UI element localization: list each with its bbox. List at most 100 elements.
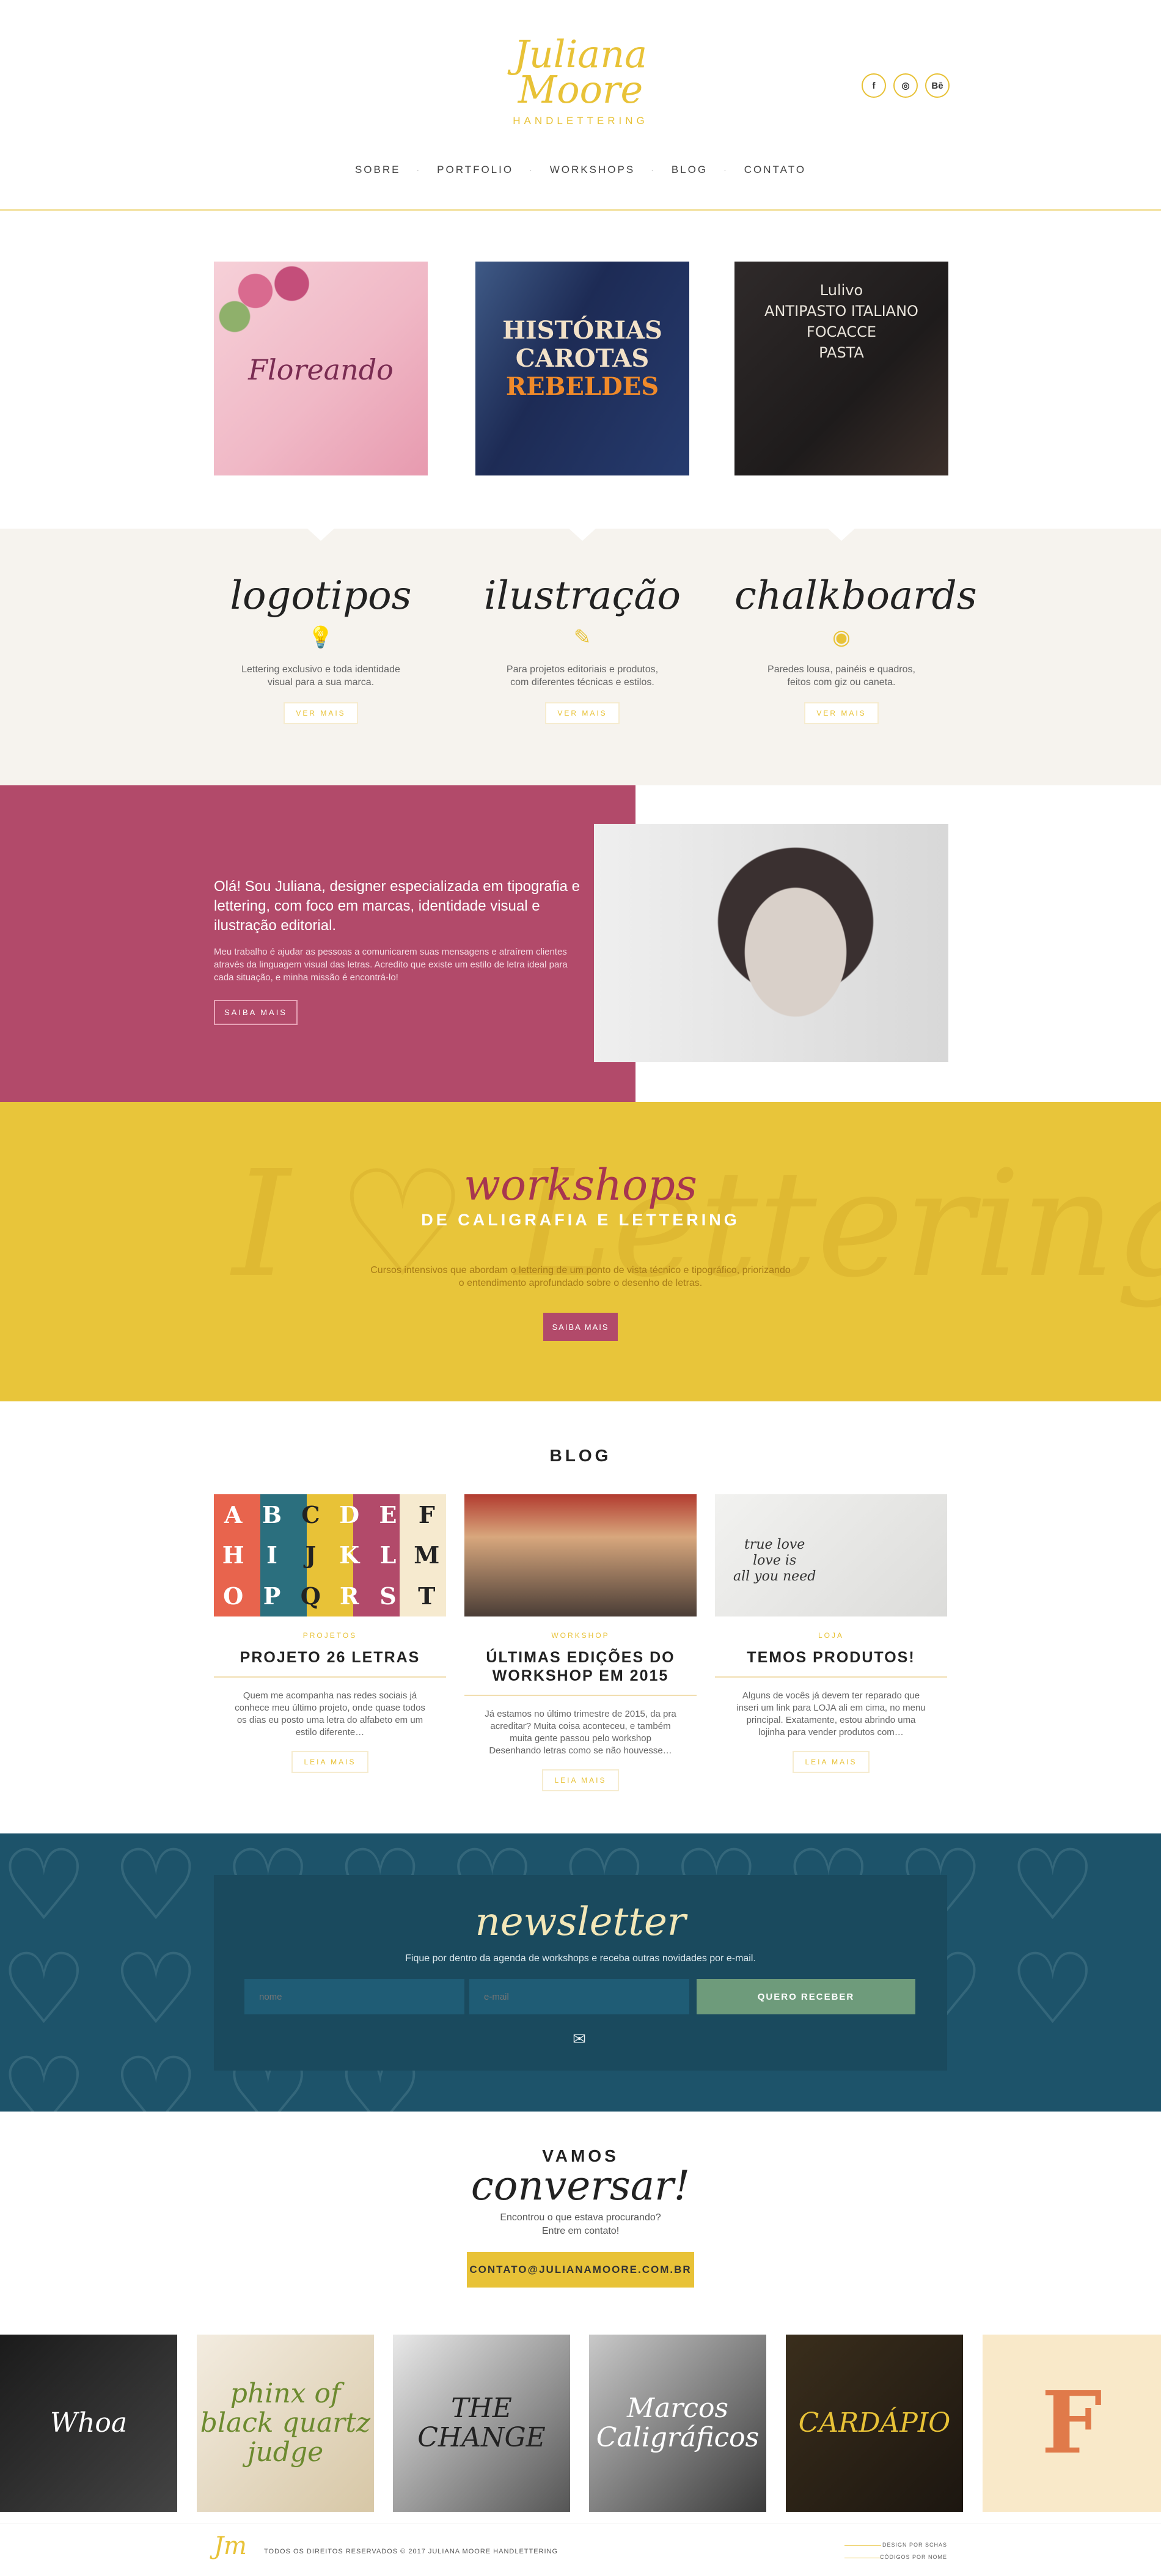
post-image[interactable]: A B C D E F H I J K L M O P Q R S T bbox=[214, 1494, 446, 1616]
nav-item-sobre[interactable]: SOBRE bbox=[355, 164, 401, 176]
instagram-photo[interactable]: F bbox=[983, 2335, 1161, 2512]
notch-decoration bbox=[306, 527, 335, 541]
ver-mais-button[interactable]: VER MAIS bbox=[804, 702, 879, 724]
ver-mais-button[interactable]: VER MAIS bbox=[284, 702, 358, 724]
alphabet-letter: I bbox=[266, 1541, 277, 1569]
nav-separator: · bbox=[416, 165, 422, 175]
notch-decoration bbox=[827, 527, 856, 541]
portfolio-thumb-chalkboards[interactable]: Lulivo ANTIPASTO ITALIANO FOCACCE PASTA bbox=[734, 262, 948, 475]
logo-subtitle: HANDLETTERING bbox=[513, 115, 648, 127]
post-category[interactable]: WORKSHOP bbox=[464, 1631, 697, 1640]
about-body: Meu trabalho é ajudar as pessoas a comun… bbox=[214, 947, 568, 983]
instagram-photo-lettering: THE CHANGE bbox=[417, 2393, 546, 2453]
leia-mais-button[interactable]: LEIA MAIS bbox=[542, 1769, 619, 1791]
saiba-mais-button[interactable]: SAIBA MAIS bbox=[214, 1000, 298, 1025]
email-input[interactable] bbox=[469, 1979, 689, 2014]
nav-item-blog[interactable]: BLOG bbox=[672, 164, 708, 176]
instagram-photo[interactable]: THE CHANGE bbox=[393, 2335, 570, 2512]
behance-icon[interactable]: Bē bbox=[925, 73, 950, 98]
main-nav: SOBRE · PORTFOLIO · WORKSHOPS · BLOG · C… bbox=[0, 164, 1161, 176]
thumb-line: HISTÓRIAS bbox=[502, 316, 662, 345]
contact-email-button[interactable]: CONTATO@JULIANAMOORE.COM.BR bbox=[467, 2252, 694, 2288]
about-lead: Olá! Sou Juliana, designer especializada… bbox=[214, 878, 580, 934]
service-description: Paredes lousa, painéis e quadros, feitos… bbox=[734, 663, 948, 689]
thumb-lettering: Floreando bbox=[248, 353, 394, 386]
alphabet-letter: C bbox=[301, 1500, 320, 1528]
subscribe-button[interactable]: QUERO RECEBER bbox=[697, 1979, 915, 2014]
nav-separator: · bbox=[529, 165, 534, 175]
alphabet-letter: T bbox=[418, 1582, 436, 1610]
workshops-title: workshops bbox=[464, 1160, 697, 1210]
design-credit[interactable]: DESIGN POR SCHAS bbox=[844, 2542, 947, 2548]
service-text-line: com diferentes técnicas e estilos. bbox=[510, 677, 654, 688]
thumb-line: Lulivo bbox=[819, 282, 863, 299]
alphabet-letter: F bbox=[418, 1500, 435, 1528]
contact-heading-conversar: conversar! bbox=[471, 2162, 690, 2209]
instagram-photo[interactable]: Marcos Caligráficos bbox=[589, 2335, 766, 2512]
instagram-photo-lettering: phinx of black quartz judge bbox=[200, 2378, 371, 2468]
name-input[interactable] bbox=[244, 1979, 464, 2014]
portfolio-thumb-logotipos[interactable]: Floreando bbox=[214, 262, 428, 475]
instagram-photo[interactable]: phinx of black quartz judge bbox=[197, 2335, 374, 2512]
leia-mais-button[interactable]: LEIA MAIS bbox=[793, 1751, 870, 1773]
eye-icon: ◉ bbox=[832, 625, 851, 650]
service-description: Lettering exclusivo e toda identidade vi… bbox=[214, 663, 428, 689]
nav-item-portfolio[interactable]: PORTFOLIO bbox=[437, 164, 513, 176]
thumb-lettering: Lulivo ANTIPASTO ITALIANO FOCACCE PASTA bbox=[734, 280, 948, 363]
alphabet-letter: S bbox=[379, 1582, 397, 1610]
pencil-icon: ✎ bbox=[573, 625, 591, 650]
instagram-icon[interactable]: ◎ bbox=[893, 73, 918, 98]
service-title: logotipos bbox=[230, 573, 412, 618]
post-image[interactable] bbox=[464, 1494, 697, 1616]
code-credit[interactable]: CÓDIGOS POR NOME bbox=[844, 2554, 947, 2560]
alphabet-letter: H bbox=[222, 1541, 244, 1569]
post-title[interactable]: PROJETO 26 LETRAS bbox=[214, 1648, 446, 1667]
post-title[interactable]: TEMOS PRODUTOS! bbox=[715, 1648, 947, 1667]
service-ilustracao: ilustração ✎ Para projetos editoriais e … bbox=[475, 571, 689, 724]
post-category[interactable]: LOJA bbox=[715, 1631, 947, 1640]
post-image[interactable]: true love love is all you need bbox=[715, 1494, 947, 1616]
service-description: Para projetos editoriais e produtos, com… bbox=[475, 663, 689, 689]
nav-separator: · bbox=[651, 165, 656, 175]
newsletter-section: ♡♡♡♡♡♡♡♡♡♡♡♡♡♡♡♡♡♡♡♡♡♡♡♡ newsletter Fiqu… bbox=[0, 1833, 1161, 2112]
footer-logo[interactable]: Jm bbox=[214, 2532, 247, 2560]
instagram-photo-lettering: Whoa bbox=[49, 2407, 128, 2438]
blog-post: WORKSHOP ÚLTIMAS EDIÇÕES DO WORKSHOP EM … bbox=[464, 1494, 697, 1791]
workshops-subtitle: DE CALIGRAFIA E LETTERING bbox=[421, 1211, 740, 1229]
site-logo[interactable]: Juliana Moore HANDLETTERING bbox=[501, 35, 660, 127]
thumb-line: REBELDES bbox=[505, 372, 659, 401]
alphabet-letter: E bbox=[379, 1500, 397, 1528]
service-logotipos: logotipos 💡 Lettering exclusivo e toda i… bbox=[214, 571, 428, 724]
alphabet-letter: Q bbox=[300, 1582, 321, 1610]
service-text-line: Para projetos editoriais e produtos, bbox=[506, 664, 659, 675]
alphabet-letter: L bbox=[379, 1541, 397, 1569]
service-text-line: Paredes lousa, painéis e quadros, bbox=[767, 664, 915, 675]
portfolio-thumb-ilustracao[interactable]: HISTÓRIAS CAROTAS REBELDES bbox=[475, 262, 689, 475]
mug-line: all you need bbox=[733, 1569, 816, 1584]
instagram-photo-lettering: Marcos Caligráficos bbox=[596, 2393, 760, 2453]
nav-item-workshops[interactable]: WORKSHOPS bbox=[550, 164, 635, 176]
workshops-saiba-mais-button[interactable]: SAIBA MAIS bbox=[543, 1313, 618, 1341]
instagram-photo[interactable]: Whoa bbox=[0, 2335, 177, 2512]
alphabet-letter: K bbox=[339, 1541, 360, 1569]
newsletter-title: newsletter bbox=[475, 1899, 686, 1945]
leia-mais-button[interactable]: LEIA MAIS bbox=[291, 1751, 368, 1773]
instagram-photo[interactable]: CARDÁPIO bbox=[786, 2335, 963, 2512]
newsletter-box: newsletter Fique por dentro da agenda de… bbox=[214, 1875, 947, 2071]
nav-item-contato[interactable]: CONTATO bbox=[744, 164, 806, 176]
site-header: Juliana Moore HANDLETTERING f ◎ Bē SOBRE… bbox=[0, 0, 1161, 211]
lightbulb-icon: 💡 bbox=[307, 625, 334, 650]
alphabet-letter: M bbox=[414, 1541, 440, 1569]
ver-mais-button[interactable]: VER MAIS bbox=[545, 702, 620, 724]
alphabet-letter: O bbox=[223, 1582, 244, 1610]
thumb-line: FOCACCE bbox=[806, 323, 877, 340]
facebook-icon[interactable]: f bbox=[862, 73, 886, 98]
post-category[interactable]: PROJETOS bbox=[214, 1631, 446, 1640]
newsletter-subtitle: Fique por dentro da agenda de workshops … bbox=[405, 1953, 756, 1964]
alphabet-letter: R bbox=[339, 1582, 359, 1610]
mug-line: love is bbox=[753, 1553, 797, 1568]
post-title[interactable]: ÚLTIMAS EDIÇÕES DO WORKSHOP EM 2015 bbox=[464, 1648, 697, 1685]
blog-post: true love love is all you need LOJA TEMO… bbox=[715, 1494, 947, 1773]
page: Juliana Moore HANDLETTERING f ◎ Bē SOBRE… bbox=[0, 0, 1161, 2576]
service-title: ilustração bbox=[484, 573, 681, 618]
